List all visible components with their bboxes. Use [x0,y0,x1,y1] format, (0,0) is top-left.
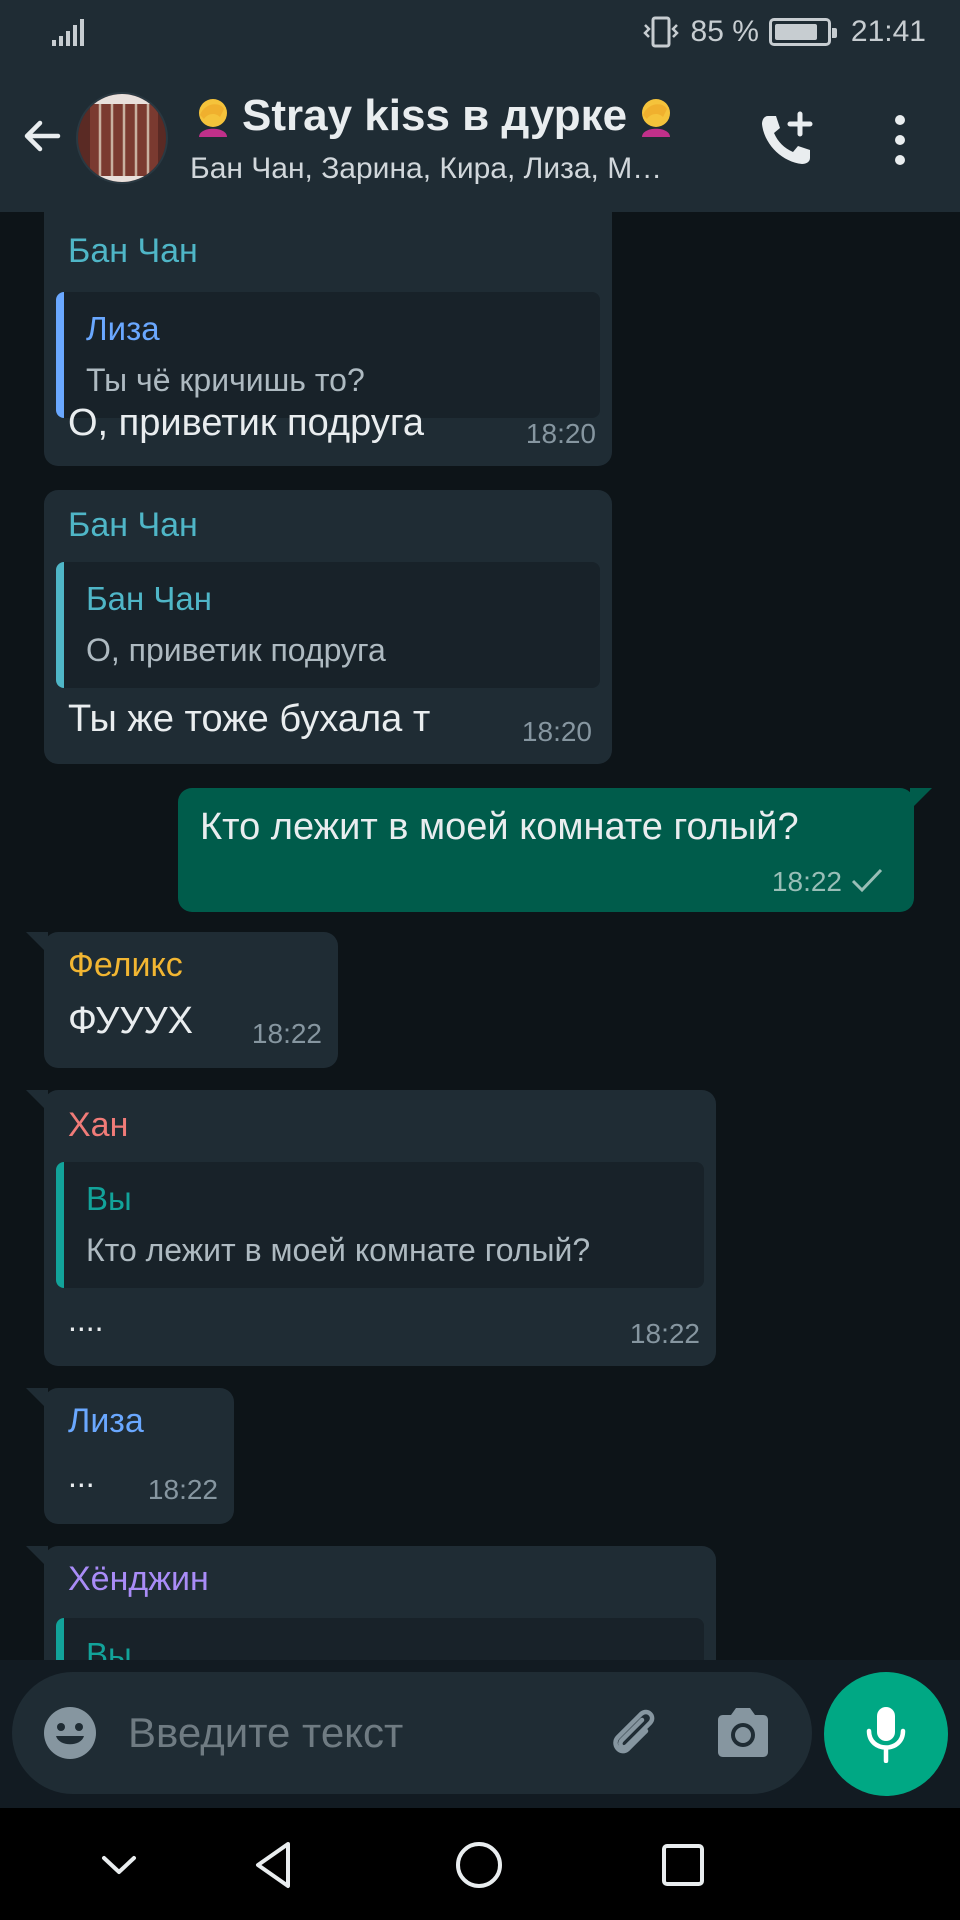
nav-back-icon[interactable] [248,1838,302,1892]
bubble-tail [26,1388,48,1410]
message-list[interactable]: Бан Чан Лиза Ты чё кричишь то? О, привет… [0,212,960,1660]
back-arrow-icon[interactable] [18,112,66,160]
quoted-message[interactable]: Лиза Ты чё кричишь то? [56,292,600,418]
message-input[interactable] [128,1696,468,1770]
facepalm-emoji-icon [642,99,671,137]
battery-icon [768,18,837,46]
bubble-tail [26,1546,48,1568]
more-options-icon[interactable] [880,110,920,170]
microphone-icon [866,1707,906,1763]
message-text: Ты же тоже бухала т [68,698,431,740]
message-time: 18:22 [251,1018,322,1049]
message-time: 18:20 [521,716,592,747]
quoted-message[interactable]: Вы [56,1618,704,1660]
message-time: 18:22 [771,866,842,897]
camera-icon[interactable] [712,1704,774,1760]
quoted-sender: Вы [86,1636,132,1660]
message-sender: Хёнджин [68,1560,209,1598]
quote-bar [56,1618,64,1660]
message-text: О, приветик подруга [68,402,424,444]
message-time: 18:22 [147,1474,218,1505]
system-navigation-bar [0,1808,960,1920]
hide-keyboard-chevron-icon[interactable] [92,1838,146,1892]
quoted-message[interactable]: Вы Кто лежит в моей комнате голый? [56,1162,704,1288]
group-avatar[interactable] [76,92,168,184]
message-sender: Бан Чан [68,232,198,270]
quoted-message[interactable]: Бан Чан О, приветик подруга [56,562,600,688]
message-time: 18:22 [629,1318,700,1349]
nav-recents-icon[interactable] [656,1838,710,1892]
chat-header: Stray kiss в дурке Бан Чан, Зарина, Кира… [0,64,960,212]
add-call-icon[interactable] [756,108,818,170]
quote-bar [56,292,64,418]
attach-icon[interactable] [602,1702,664,1764]
message-time: 18:20 [525,418,596,449]
message-sender: Феликс [68,946,183,984]
quoted-text: О, приветик подруга [86,632,386,668]
message-text: .... [68,1302,104,1338]
chat-title[interactable]: Stray kiss в дурке [190,88,730,144]
quote-bar [56,1162,64,1288]
quote-bar [56,562,64,688]
bubble-tail [26,1090,48,1112]
message-text: Кто лежит в моей комнате голый? [200,806,799,848]
sent-check-icon [851,868,883,893]
message-bubble[interactable]: Бан Чан Бан Чан О, приветик подруга Ты ж… [44,490,612,764]
clock: 21:41 [850,15,926,48]
quoted-sender: Вы [86,1180,132,1217]
bubble-tail [910,788,932,810]
message-bubble-outgoing[interactable]: Кто лежит в моей комнате голый? 18:22 [178,788,932,912]
bubble-tail [26,932,48,954]
status-bar: 85 % 21:41 [0,0,960,64]
emoji-icon[interactable] [42,1705,98,1761]
quoted-sender: Лиза [86,310,160,347]
message-bubble[interactable]: Бан Чан Лиза Ты чё кричишь то? О, привет… [44,212,612,466]
chat-title-text: Stray kiss в дурке [242,91,628,140]
message-bubble[interactable]: Хёнджин Вы [26,1546,716,1660]
message-composer [12,1672,812,1794]
chat-participants[interactable]: Бан Чан, Зарина, Кира, Лиза, М… [190,152,730,186]
quoted-text: Кто лежит в моей комнате голый? [86,1232,591,1268]
vibrate-icon [642,16,679,48]
battery-percent: 85 % [690,15,759,48]
voice-record-button[interactable] [824,1672,948,1796]
message-text: ФУУУХ [68,1000,193,1042]
quoted-text: Ты чё кричишь то? [86,362,365,398]
facepalm-emoji-icon [199,99,227,137]
message-bubble[interactable]: Лиза ... 18:22 [26,1388,234,1524]
quoted-sender: Бан Чан [86,580,212,617]
nav-home-icon[interactable] [452,1838,506,1892]
message-sender: Хан [68,1106,129,1144]
message-bubble[interactable]: Хан Вы Кто лежит в моей комнате голый? .… [26,1090,716,1366]
message-sender: Лиза [68,1402,144,1440]
signal-icon [52,19,84,46]
message-bubble[interactable]: Феликс ФУУУХ 18:22 [26,932,338,1068]
message-sender: Бан Чан [68,506,198,544]
message-text: ... [68,1458,95,1494]
